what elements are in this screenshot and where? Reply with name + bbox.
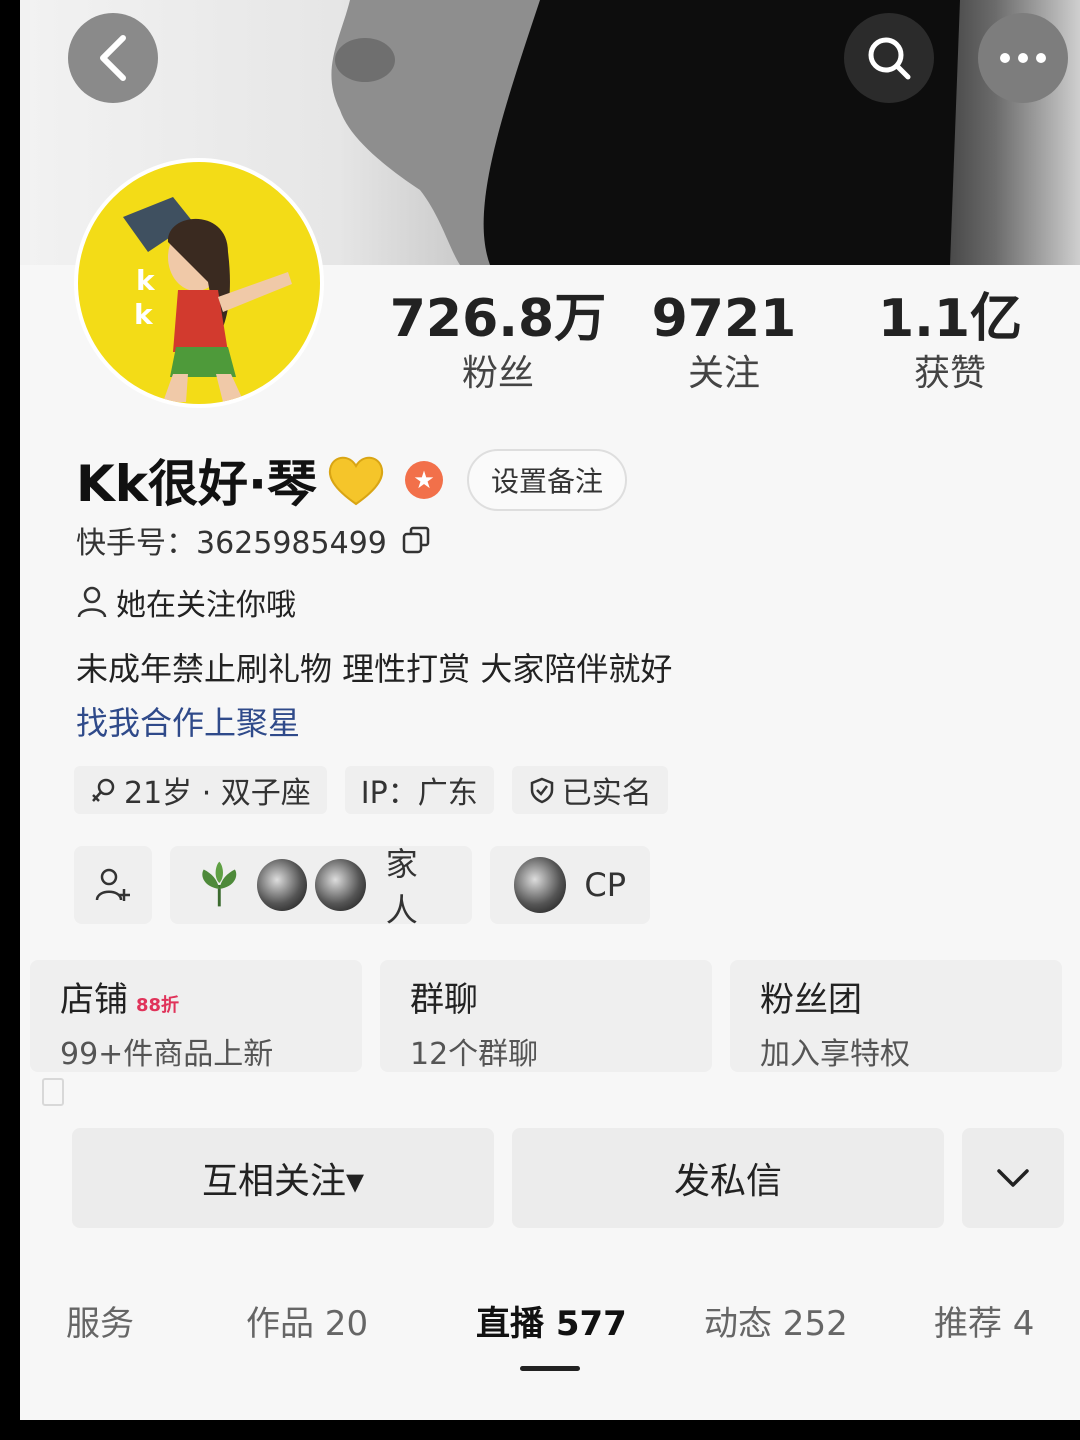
profile-name: Kk很好·琴	[76, 455, 317, 513]
plant-icon	[202, 861, 237, 907]
more-horizontal-icon	[1000, 53, 1046, 63]
service-row: 店铺 88折 99+件商品上新 群聊 12个群聊 粉丝团 加入享特权	[30, 960, 1062, 1072]
age-sign-text: 21岁 · 双子座	[124, 776, 311, 811]
stat-value: 1.1亿	[877, 289, 1023, 349]
group-chat-title: 群聊	[410, 980, 478, 1020]
action-row: 互相关注▾ 发私信	[72, 1128, 1064, 1228]
yellow-heart-icon	[328, 456, 384, 506]
add-friend-button[interactable]	[74, 846, 152, 924]
chevron-down-icon	[997, 1169, 1029, 1187]
shop-promo: 88折	[136, 995, 180, 1016]
avatar[interactable]: k k	[74, 158, 324, 408]
fan-club-subtitle: 加入享特权	[760, 1037, 910, 1072]
ip-tag: IP：广东	[344, 766, 494, 814]
tab-moments[interactable]: 动态 252	[704, 1296, 848, 1345]
fan-club-card[interactable]: 粉丝团 加入享特权	[730, 960, 1062, 1072]
stat-following[interactable]: 9721 关注	[614, 288, 834, 398]
stat-value: 9721	[651, 289, 797, 349]
family-label: 家人	[385, 845, 418, 929]
group-chat-card[interactable]: 群聊 12个群聊	[380, 960, 712, 1072]
tab-live[interactable]: 直播 577	[476, 1296, 627, 1345]
watermark-icon	[42, 1078, 64, 1106]
family-group[interactable]: 家人	[170, 845, 472, 929]
tab-works[interactable]: 作品 20	[246, 1296, 368, 1345]
send-message-button[interactable]: 发私信	[512, 1128, 944, 1228]
follow-hint-row: 她在关注你哦	[76, 580, 296, 624]
group-chat-subtitle: 12个群聊	[410, 1037, 539, 1072]
set-remark-button[interactable]: 设置备注	[467, 449, 628, 511]
kuaishou-id-row: 快手号：3625985499	[76, 518, 431, 562]
shield-check-icon	[530, 777, 553, 804]
star-badge-icon: ★	[405, 461, 443, 499]
age-sign-tag: 21岁 · 双子座	[74, 766, 327, 814]
cp-group[interactable]: CP	[490, 846, 650, 924]
stat-label: 关注	[687, 353, 760, 394]
person-icon	[77, 586, 107, 618]
relation-row: 家人 CP	[74, 845, 650, 929]
kuaishou-id: 快手号：3625985499	[76, 526, 387, 561]
bio-link[interactable]: 找我合作上聚星	[76, 698, 300, 744]
shop-subtitle: 99+件商品上新	[60, 1037, 274, 1072]
avatar-letter: k	[134, 298, 154, 331]
cp-avatar	[514, 857, 567, 913]
stat-likes[interactable]: 1.1亿 获赞	[840, 288, 1060, 398]
gender-icon	[92, 778, 115, 802]
verified-tag: 已实名	[511, 766, 668, 814]
tab-services[interactable]: 服务	[66, 1296, 134, 1345]
tab-indicator	[520, 1366, 580, 1371]
stat-fans[interactable]: 726.8万 粉丝	[388, 288, 608, 398]
verified-text: 已实名	[561, 776, 652, 811]
add-person-icon	[95, 868, 130, 901]
family-avatar	[315, 859, 366, 911]
avatar-illustration: k k	[123, 197, 292, 402]
profile-tabs: 服务 作品 20 直播 577 动态 252 推荐 4	[20, 1296, 1080, 1356]
bio: 未成年禁止刷礼物 理性打赏 大家陪伴就好	[76, 650, 673, 688]
ip-text: IP：广东	[360, 776, 478, 811]
stat-label: 获赞	[913, 353, 986, 394]
stat-value: 726.8万	[389, 289, 607, 349]
mutual-follow-button[interactable]: 互相关注▾	[72, 1128, 494, 1228]
tag-row: 21岁 · 双子座 IP：广东 已实名	[74, 766, 668, 814]
chevron-left-icon	[100, 35, 126, 81]
follow-hint: 她在关注你哦	[116, 588, 296, 623]
expand-button[interactable]	[962, 1128, 1064, 1228]
search-icon	[868, 37, 911, 80]
cp-label: CP	[584, 866, 626, 904]
name-row: Kk很好·琴 ★ 设置备注	[76, 448, 628, 513]
fan-club-title: 粉丝团	[760, 980, 862, 1020]
profile-screen: k k 726.8万 粉丝 9721 关注 1.1亿 获赞 Kk很好·琴 ★ 设…	[20, 0, 1080, 1420]
tab-recommend[interactable]: 推荐 4	[934, 1296, 1034, 1345]
avatar-letter: k	[136, 264, 156, 297]
back-button[interactable]	[68, 13, 158, 103]
family-avatar	[256, 859, 308, 911]
shop-card[interactable]: 店铺 88折 99+件商品上新	[30, 960, 362, 1072]
copy-icon[interactable]	[401, 525, 431, 555]
stat-label: 粉丝	[461, 353, 534, 394]
more-button[interactable]	[978, 13, 1068, 103]
search-button[interactable]	[844, 13, 934, 103]
shop-title: 店铺	[60, 980, 128, 1020]
